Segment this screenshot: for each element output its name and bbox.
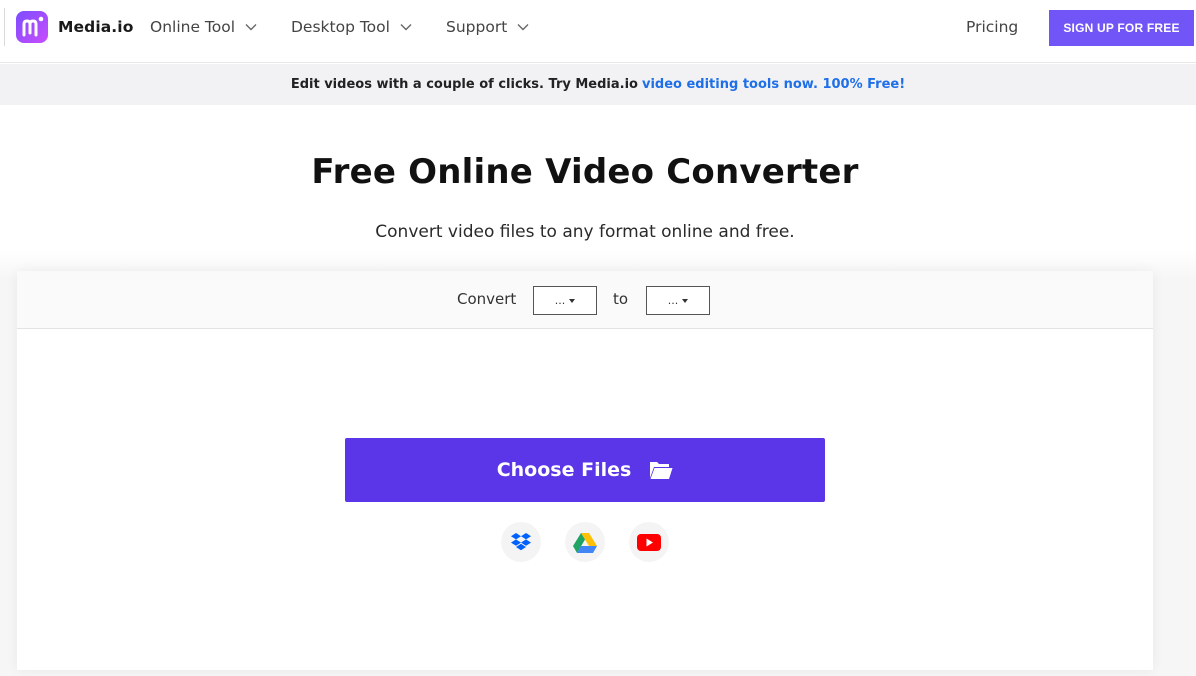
nav-desktop-tool-label: Desktop Tool	[291, 18, 390, 36]
nav-support[interactable]: Support	[446, 18, 529, 36]
pricing-link[interactable]: Pricing	[966, 18, 1018, 36]
converter-card: Convert ... to ... Choose Files	[17, 271, 1153, 670]
nav-online-tool[interactable]: Online Tool	[150, 18, 257, 36]
caret-down-icon	[569, 298, 576, 303]
divider	[4, 8, 5, 46]
youtube-button[interactable]	[629, 522, 669, 562]
convert-label: Convert	[457, 290, 517, 308]
chevron-down-icon	[245, 24, 257, 31]
page-title: Free Online Video Converter	[311, 152, 859, 192]
caret-down-icon	[682, 298, 689, 303]
chevron-down-icon	[400, 24, 412, 31]
promo-link[interactable]: video editing tools now. 100% Free!	[642, 77, 905, 92]
format-selector-bar: Convert ... to ...	[17, 271, 1153, 329]
source-format-dropdown[interactable]: ...	[533, 286, 597, 315]
choose-files-button[interactable]: Choose Files	[345, 438, 825, 502]
source-format-value: ...	[554, 294, 566, 307]
brand-logo-link[interactable]: Media.io	[16, 11, 133, 43]
choose-files-label: Choose Files	[496, 459, 632, 481]
top-navigation: Media.io Online Tool Desktop Tool Suppor…	[0, 0, 1196, 63]
page-subtitle: Convert video files to any format online…	[375, 222, 795, 242]
nav-desktop-tool[interactable]: Desktop Tool	[291, 18, 412, 36]
brand-name: Media.io	[58, 18, 134, 36]
google-drive-button[interactable]	[565, 522, 605, 562]
promo-banner: Edit videos with a couple of clicks. Try…	[0, 64, 1196, 105]
chevron-down-icon	[517, 24, 529, 31]
dropbox-icon	[511, 533, 531, 551]
folder-open-icon	[650, 462, 673, 479]
target-format-dropdown[interactable]: ...	[646, 286, 710, 315]
google-drive-icon	[573, 532, 597, 553]
to-label: to	[613, 290, 629, 308]
dropbox-button[interactable]	[501, 522, 541, 562]
media-io-logo-icon	[16, 11, 48, 43]
target-format-value: ...	[667, 294, 679, 307]
youtube-icon	[637, 533, 661, 551]
sign-up-button[interactable]: SIGN UP FOR FREE	[1049, 10, 1194, 46]
nav-support-label: Support	[446, 18, 508, 36]
promo-text: Edit videos with a couple of clicks. Try…	[290, 77, 638, 92]
nav-online-tool-label: Online Tool	[150, 18, 236, 36]
